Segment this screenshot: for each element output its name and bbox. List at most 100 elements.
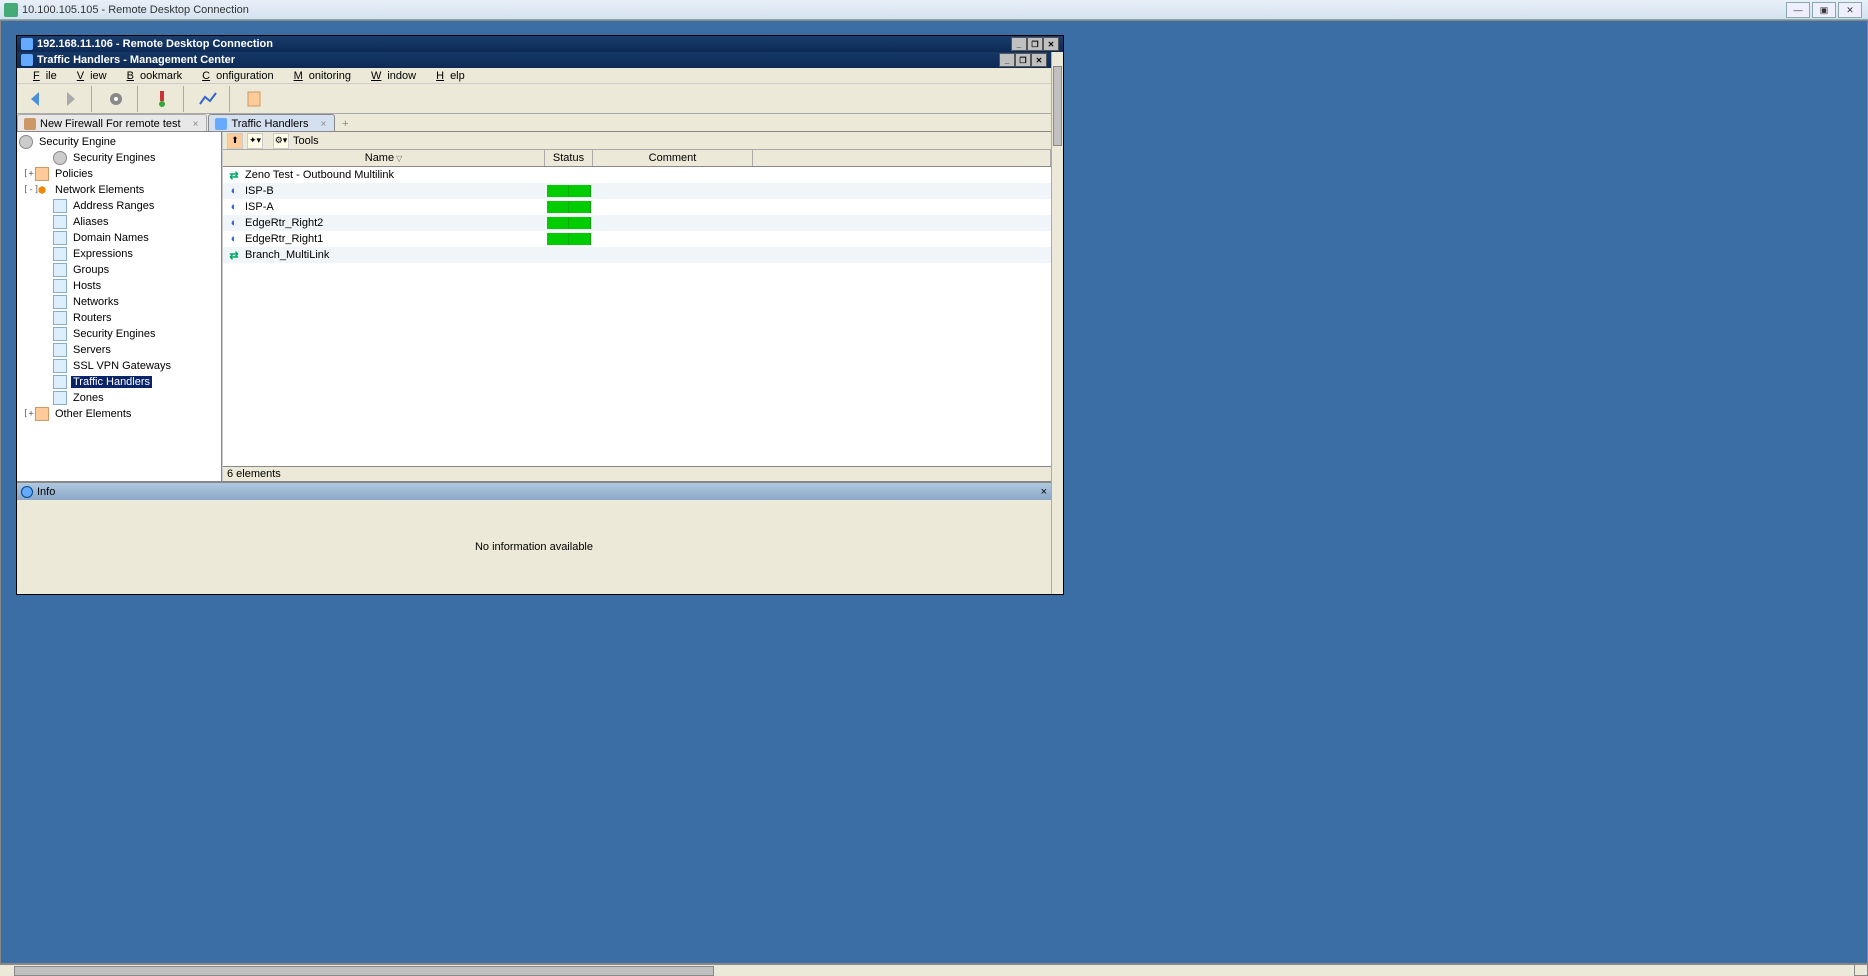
notes-button[interactable] [239,86,269,112]
new-button[interactable]: ✦▾ [247,133,263,149]
tree-item-groups[interactable]: Groups [17,262,221,278]
tree-item-aliases[interactable]: Aliases [17,214,221,230]
rdc-icon [4,3,18,17]
restore-button[interactable]: ❐ [1015,53,1031,67]
maximize-button[interactable]: ▣ [1812,2,1836,18]
row-name: EdgeRtr_Right1 [245,233,323,245]
table-row[interactable]: ⇄Zeno Test - Outbound Multilink [223,167,1051,183]
menu-window[interactable]: Window [359,69,422,83]
close-button[interactable]: ✕ [1838,2,1862,18]
tree-item-security-engines[interactable]: Security Engines [17,326,221,342]
status-ok-icon [547,185,591,197]
tree-item-other-elements[interactable]: [+] Other Elements [17,406,221,422]
menu-monitoring[interactable]: Monitoring [282,69,357,83]
navigation-tree[interactable]: Security Engine Security Engines [+] Polic… [17,132,222,481]
node-icon [53,311,67,325]
tree-item-expressions[interactable]: Expressions [17,246,221,262]
menu-bookmark[interactable]: Bookmark [115,69,189,83]
menu-view[interactable]: View [65,69,113,83]
maximize-button[interactable]: ❐ [1027,37,1043,51]
table-row[interactable]: ◐EdgeRtr_Right1 [223,231,1051,247]
tree-item-networks[interactable]: Networks [17,294,221,310]
tree-item-routers[interactable]: Routers [17,310,221,326]
tab-firewall[interactable]: New Firewall For remote test × [17,114,207,131]
rdc-icon [21,38,33,50]
tree-item-servers[interactable]: Servers [17,342,221,358]
remote-desktop-area: 192.168.11.106 - Remote Desktop Connecti… [0,20,1868,964]
table-row[interactable]: ◐ISP-A [223,199,1051,215]
tree-label: Address Ranges [71,200,156,212]
settings-button[interactable] [101,86,131,112]
folder-icon [35,167,49,181]
app-vertical-scrollbar[interactable] [1051,52,1063,594]
forward-button[interactable] [55,86,85,112]
row-name: ISP-B [245,185,274,197]
grid-body[interactable]: ⇄Zeno Test - Outbound Multilink◐ISP-B◐IS… [223,167,1051,466]
tabbar: New Firewall For remote test × Traffic H… [17,114,1051,132]
node-icon [53,295,67,309]
close-button[interactable]: ✕ [1031,53,1047,67]
info-panel: Info × No information available [17,481,1051,594]
info-header[interactable]: Info × [17,483,1051,500]
minimize-button[interactable]: — [1786,2,1810,18]
tree-label: Policies [53,168,95,180]
tools-button[interactable]: ⚙▾ [273,133,289,149]
node-icon [53,343,67,357]
tab-close-icon[interactable]: × [193,119,199,130]
minimize-button[interactable]: _ [999,53,1015,67]
traffic-icon [215,118,227,130]
info-close-button[interactable]: × [1041,486,1047,498]
column-name[interactable]: Name ▽ [223,150,545,166]
back-button[interactable] [21,86,51,112]
grid-footer: 6 elements [223,466,1051,481]
inner-titlebar[interactable]: 192.168.11.106 - Remote Desktop Connecti… [17,36,1063,52]
tree-item-hosts[interactable]: Hosts [17,278,221,294]
tab-close-icon[interactable]: × [320,119,326,130]
tree-item-security-engines[interactable]: Security Engines [17,150,221,166]
app-titlebar[interactable]: Traffic Handlers - Management Center _ ❐… [17,52,1051,68]
tree-item-address-ranges[interactable]: Address Ranges [17,198,221,214]
refresh-button[interactable] [147,86,177,112]
table-row[interactable]: ◐EdgeRtr_Right2 [223,215,1051,231]
grid-header: Name ▽ Status Comment [223,150,1051,167]
netlink-icon: ◐ [227,216,241,230]
column-comment[interactable]: Comment [593,150,753,166]
tree-item-traffic-handlers[interactable]: Traffic Handlers [17,374,221,390]
status-ok-icon [547,233,591,245]
sort-desc-icon: ▽ [396,154,402,163]
node-icon [53,327,67,341]
row-name: ISP-A [245,201,274,213]
tree-item-zones[interactable]: Zones [17,390,221,406]
table-row[interactable]: ⇄Branch_MultiLink [223,247,1051,263]
status-ok-icon [547,217,591,229]
tree-root[interactable]: Security Engine [17,134,221,150]
tab-label: Traffic Handlers [231,118,308,130]
resize-corner[interactable] [1854,964,1868,976]
menu-configuration[interactable]: Configuration [190,69,279,83]
tree-label: Security Engines [71,152,158,164]
table-row[interactable]: ◐ ISP-B [223,183,1051,199]
horizontal-scrollbar[interactable] [0,964,1854,976]
tree-item-policies[interactable]: [+] Policies [17,166,221,182]
expander-icon[interactable]: [+] [23,169,35,179]
tree-item-ssl-vpn-gateways[interactable]: SSL VPN Gateways [17,358,221,374]
netlink-icon: ◐ [227,184,241,198]
outer-titlebar[interactable]: 10.100.105.105 - Remote Desktop Connecti… [0,0,1868,20]
expander-icon[interactable]: [-] [23,185,35,195]
tree-label: Security Engines [71,328,158,340]
tab-traffic-handlers[interactable]: Traffic Handlers × [208,114,335,131]
menu-help[interactable]: Help [424,69,471,83]
close-button[interactable]: ✕ [1043,37,1059,51]
tree-item-network-elements[interactable]: [-]⬢Network Elements [17,182,221,198]
tree-item-domain-names[interactable]: Domain Names [17,230,221,246]
minimize-button[interactable]: _ [1011,37,1027,51]
tree-label: Other Elements [53,408,133,420]
tree-label: SSL VPN Gateways [71,360,173,372]
add-tab-button[interactable]: + [338,117,352,131]
expander-icon[interactable]: [+] [23,409,35,419]
chart-button[interactable] [193,86,223,112]
up-button[interactable]: ⬆ [227,133,243,149]
menu-file[interactable]: File [21,69,63,83]
multilink-icon: ⇄ [227,168,241,182]
column-status[interactable]: Status [545,150,593,166]
